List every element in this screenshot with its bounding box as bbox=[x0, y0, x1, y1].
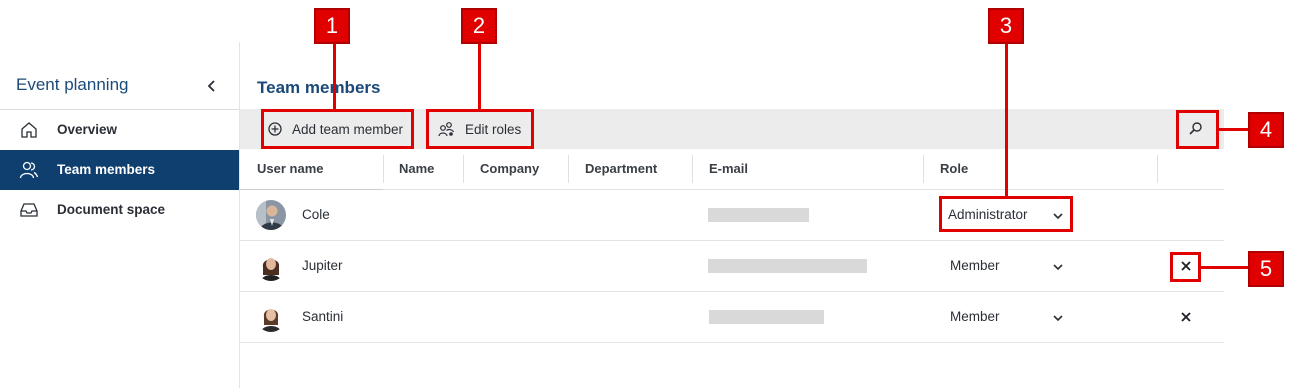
page-title: Team members bbox=[257, 78, 381, 97]
column-divider bbox=[463, 155, 464, 183]
sidebar: Event planning Overview Team members Doc… bbox=[0, 42, 240, 388]
callout-marker: 1 bbox=[314, 8, 350, 44]
column-header-company[interactable]: Company bbox=[480, 161, 539, 176]
sidebar-item-team-members[interactable]: Team members bbox=[0, 150, 239, 190]
sidebar-item-label: Team members bbox=[57, 162, 156, 177]
column-header-email[interactable]: E-mail bbox=[709, 161, 748, 176]
avatar bbox=[256, 200, 286, 230]
close-icon[interactable] bbox=[1178, 309, 1194, 325]
avatar bbox=[256, 302, 286, 332]
column-header-role[interactable]: Role bbox=[940, 161, 968, 176]
email-redacted bbox=[708, 259, 867, 273]
table-row[interactable]: Santini Member bbox=[240, 292, 1224, 343]
email-redacted bbox=[709, 310, 824, 324]
callout-leader bbox=[333, 44, 336, 109]
chevron-down-icon[interactable] bbox=[1051, 311, 1065, 325]
column-divider bbox=[692, 155, 693, 183]
home-icon bbox=[21, 122, 37, 138]
inbox-icon bbox=[20, 203, 38, 217]
callout-marker: 4 bbox=[1248, 112, 1284, 148]
sidebar-item-document-space[interactable]: Document space bbox=[0, 190, 239, 230]
callout-leader bbox=[478, 44, 481, 109]
column-header-user-name[interactable]: User name bbox=[257, 161, 323, 176]
chevron-down-icon[interactable] bbox=[1051, 260, 1065, 274]
callout-leader bbox=[1219, 128, 1249, 131]
email-redacted bbox=[708, 208, 809, 222]
column-header-name[interactable]: Name bbox=[399, 161, 434, 176]
highlight-role-select bbox=[939, 196, 1073, 232]
sidebar-item-label: Overview bbox=[57, 122, 118, 137]
highlight-search bbox=[1176, 110, 1219, 149]
avatar bbox=[256, 251, 286, 281]
column-divider bbox=[1157, 155, 1158, 183]
highlight-add-team-member bbox=[261, 109, 414, 149]
sidebar-title: Event planning bbox=[16, 75, 129, 94]
chevron-left-icon[interactable] bbox=[204, 78, 220, 94]
highlight-edit-roles bbox=[426, 109, 534, 149]
callout-leader bbox=[1201, 266, 1249, 269]
highlight-remove bbox=[1170, 252, 1201, 282]
user-name: Santini bbox=[302, 309, 344, 324]
callout-marker: 3 bbox=[988, 8, 1024, 44]
column-divider bbox=[568, 155, 569, 183]
column-divider bbox=[923, 155, 924, 183]
sidebar-item-label: Document space bbox=[57, 202, 166, 217]
sidebar-item-overview[interactable]: Overview bbox=[0, 110, 239, 150]
user-name: Jupiter bbox=[302, 258, 343, 273]
role-select-value[interactable]: Member bbox=[950, 309, 1000, 324]
table-row[interactable]: Jupiter Member bbox=[240, 241, 1224, 292]
callout-marker: 5 bbox=[1248, 251, 1284, 287]
user-name: Cole bbox=[302, 207, 330, 222]
callout-marker: 2 bbox=[461, 8, 497, 44]
callout-leader bbox=[1005, 44, 1008, 196]
column-divider bbox=[383, 155, 384, 183]
table-row[interactable]: Cole Administrator bbox=[240, 190, 1224, 241]
role-select-value[interactable]: Member bbox=[950, 258, 1000, 273]
users-icon bbox=[19, 161, 39, 179]
column-header-department[interactable]: Department bbox=[585, 161, 657, 176]
